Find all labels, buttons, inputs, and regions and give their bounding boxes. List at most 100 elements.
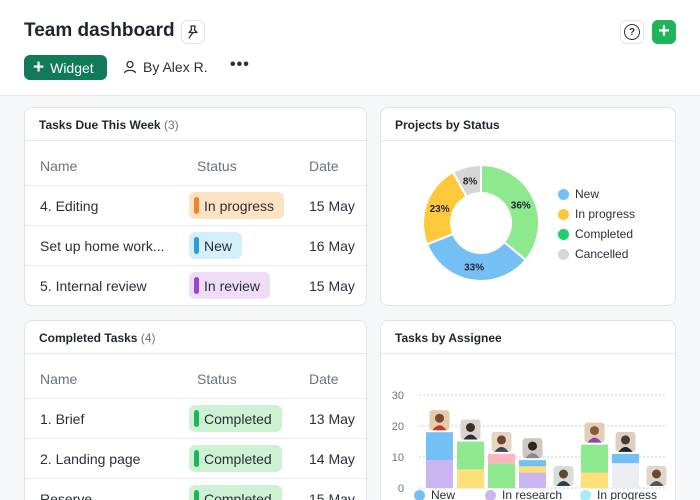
table-row[interactable]: Set up home work... New 16 May	[25, 225, 366, 265]
legend-item[interactable]: New	[414, 488, 455, 500]
legend-item[interactable]: New	[558, 187, 599, 201]
status-indicator	[194, 197, 199, 214]
task-date: 15 May	[309, 491, 355, 500]
task-name: Set up home work...	[40, 238, 165, 254]
status-badge: New	[189, 232, 243, 259]
legend-swatch	[580, 489, 591, 500]
assignee-avatar[interactable]	[460, 419, 481, 440]
column-header-name[interactable]: Name	[40, 158, 77, 174]
donut-slice-label: 33%	[464, 262, 484, 273]
column-header-name[interactable]: Name	[40, 371, 77, 387]
bar-segment[interactable]	[581, 444, 608, 473]
bar-segment[interactable]	[519, 472, 546, 489]
assignee-avatar[interactable]	[553, 466, 574, 486]
y-tick-label: 20	[392, 421, 404, 433]
task-date: 15 May	[309, 198, 355, 214]
task-name: Reserve	[40, 491, 93, 500]
legend-label: New	[575, 187, 600, 201]
assignee-title: Tasks by Assignee	[395, 331, 502, 345]
assignee-avatar[interactable]	[491, 431, 512, 452]
status-label: Completed	[204, 410, 272, 427]
bar-segment[interactable]	[581, 472, 608, 489]
user-icon	[123, 60, 137, 74]
status-indicator	[194, 410, 199, 427]
bar-segment[interactable]	[612, 463, 639, 488]
column-header-date[interactable]: Date	[309, 158, 339, 174]
legend-item[interactable]: In research	[485, 488, 562, 500]
completed-title: Completed Tasks	[39, 331, 138, 345]
column-header-status[interactable]: Status	[197, 158, 237, 174]
task-name: 5. Internal review	[40, 278, 147, 294]
legend-label: In research	[502, 488, 563, 500]
table-row[interactable]: 4. Editing In progress 15 May	[25, 185, 366, 225]
owner-filter[interactable]: By Alex R.	[123, 59, 208, 75]
bar-segment[interactable]	[457, 469, 484, 488]
help-icon: ?	[624, 24, 640, 40]
bar-segment[interactable]	[488, 463, 515, 488]
legend-item[interactable]: Cancelled	[558, 247, 628, 261]
task-date: 13 May	[309, 411, 355, 427]
owner-label: By Alex R.	[143, 59, 208, 75]
status-label: Completed	[204, 450, 272, 467]
more-options-icon[interactable]: •••	[230, 56, 250, 74]
bar-segment[interactable]	[457, 441, 484, 470]
table-row[interactable]: Reserve Completed 15 May	[25, 478, 366, 500]
task-date: 15 May	[309, 278, 355, 294]
status-indicator	[194, 277, 199, 294]
legend-label: Completed	[575, 227, 634, 241]
task-name: 1. Brief	[40, 411, 85, 427]
table-row[interactable]: 5. Internal review In review 15 May	[25, 265, 366, 305]
y-tick-label: 30	[392, 390, 404, 402]
bar-segment[interactable]	[519, 460, 546, 467]
help-button[interactable]: ?	[620, 20, 644, 44]
legend-swatch	[558, 208, 569, 220]
bar-segment[interactable]	[519, 466, 546, 473]
dashboard-header: Team dashboard ? + + Widget By Alex R. •…	[0, 0, 700, 96]
add-widget-button[interactable]: + Widget	[24, 55, 107, 80]
completed-tasks-card: Completed Tasks (4) Name Status Date 1. …	[24, 320, 367, 500]
legend-item[interactable]: Completed	[558, 227, 633, 241]
bar-segment[interactable]	[612, 453, 639, 464]
tasks-due-title: Tasks Due This Week	[39, 118, 161, 132]
bar-segment[interactable]	[426, 460, 453, 488]
assignee-avatar[interactable]	[584, 422, 605, 443]
column-header-status[interactable]: Status	[197, 371, 237, 387]
status-badge: Completed	[189, 405, 282, 432]
task-name: 2. Landing page	[40, 451, 141, 467]
tasks-due-card: Tasks Due This Week (3) Name Status Date…	[24, 107, 367, 306]
legend-label: In progress	[575, 207, 636, 221]
assignee-avatar[interactable]	[615, 431, 636, 452]
legend-swatch	[414, 489, 425, 500]
legend-item[interactable]: In progress	[580, 488, 657, 500]
status-indicator	[194, 237, 199, 254]
table-row[interactable]: 1. Brief Completed 13 May	[25, 398, 366, 438]
donut-slice-label: 23%	[430, 204, 450, 215]
legend-label: In progress	[597, 488, 658, 500]
tasks-due-count: (3)	[163, 118, 179, 132]
status-indicator	[194, 450, 199, 467]
plus-icon: +	[33, 57, 45, 78]
table-row[interactable]: 2. Landing page Completed 14 May	[25, 438, 366, 478]
legend-item[interactable]: In progress	[558, 207, 635, 221]
status-label: Completed	[204, 490, 272, 500]
donut-chart: 36% 33% 23% 8%	[422, 163, 540, 282]
assignee-avatar[interactable]	[646, 466, 667, 486]
assignee-avatar[interactable]	[522, 438, 543, 459]
tasks-by-assignee-card: Tasks by Assignee 0 10 20 30 New In research…	[380, 320, 676, 500]
status-indicator	[194, 490, 199, 500]
legend-swatch	[558, 248, 569, 260]
stacked-bar-chart: 0 10 20 30	[392, 390, 667, 495]
donut-slice-label: 36%	[511, 200, 531, 211]
add-button[interactable]: +	[652, 20, 676, 44]
legend-label: New	[431, 488, 456, 500]
bar-segment[interactable]	[488, 453, 515, 464]
bar-segment[interactable]	[426, 432, 453, 461]
task-name: 4. Editing	[40, 198, 99, 214]
assignee-avatar[interactable]	[429, 410, 450, 431]
page-title: Team dashboard	[24, 20, 175, 41]
donut-slice-label: 8%	[463, 176, 478, 187]
legend-label: Cancelled	[575, 247, 629, 261]
completed-count: (4)	[140, 331, 156, 345]
column-header-date[interactable]: Date	[309, 371, 339, 387]
pin-button[interactable]	[181, 20, 205, 44]
